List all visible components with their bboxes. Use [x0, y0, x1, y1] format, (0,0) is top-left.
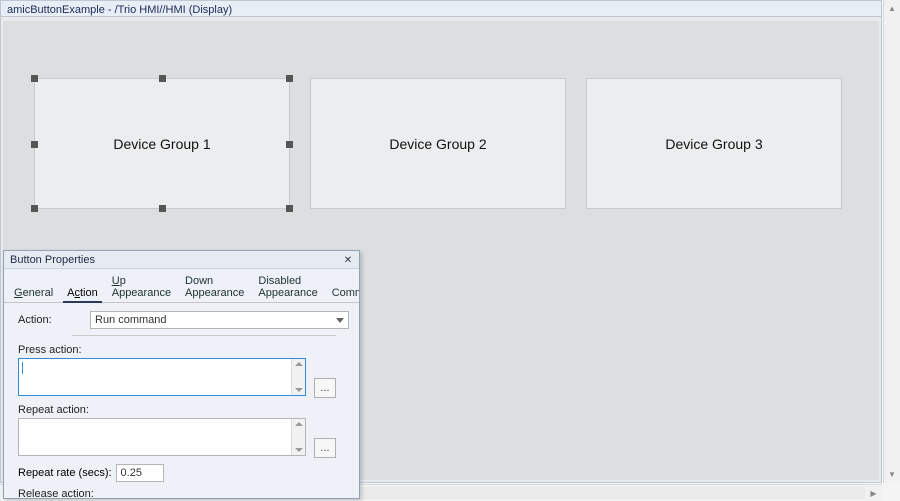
- dialog-close-button[interactable]: ✕: [341, 253, 355, 267]
- device-group-label: Device Group 1: [113, 136, 210, 152]
- action-label: Action:: [18, 314, 90, 326]
- scroll-track[interactable]: [357, 487, 865, 499]
- button-properties-dialog: Button Properties ✕ General Action Up Ap…: [3, 250, 360, 499]
- text-caret: [22, 362, 23, 374]
- resize-handle-nw[interactable]: [31, 75, 38, 82]
- resize-handle-se[interactable]: [286, 205, 293, 212]
- divider: [72, 335, 336, 336]
- resize-handle-n[interactable]: [159, 75, 166, 82]
- repeat-action-browse-button[interactable]: ...: [314, 438, 336, 458]
- scroll-up-icon[interactable]: ▲: [884, 0, 900, 17]
- close-icon: ✕: [344, 255, 352, 266]
- tab-common[interactable]: Common: [328, 285, 360, 302]
- repeat-action-label: Repeat action:: [18, 404, 349, 416]
- resize-handle-sw[interactable]: [31, 205, 38, 212]
- repeat-rate-value: 0.25: [121, 467, 142, 479]
- repeat-action-input[interactable]: [18, 418, 306, 456]
- repeat-rate-input[interactable]: 0.25: [116, 464, 164, 482]
- device-group-label: Device Group 3: [665, 136, 762, 152]
- device-group-label: Device Group 2: [389, 136, 486, 152]
- tab-general[interactable]: General: [10, 285, 57, 302]
- repeat-rate-label: Repeat rate (secs):: [18, 467, 112, 479]
- resize-handle-ne[interactable]: [286, 75, 293, 82]
- release-action-label: Release action:: [18, 488, 349, 499]
- textarea-scrollbar[interactable]: [291, 419, 305, 455]
- device-group-button-2[interactable]: Device Group 2: [310, 78, 566, 209]
- textarea-scrollbar[interactable]: [291, 359, 305, 395]
- tab-disabled-appearance[interactable]: Disabled Appearance: [254, 273, 321, 302]
- scroll-right-icon[interactable]: ▶: [865, 485, 882, 501]
- dialog-tabs: General Action Up Appearance Down Appear…: [4, 269, 359, 303]
- resize-handle-w[interactable]: [31, 141, 38, 148]
- vertical-scrollbar[interactable]: ▲ ▼: [883, 0, 900, 483]
- window-title: amicButtonExample - /Trio HMI//HMI (Disp…: [7, 4, 232, 16]
- tab-down-appearance[interactable]: Down Appearance: [181, 273, 248, 302]
- dialog-body: Action: Run command Press action: ... Re…: [4, 303, 359, 499]
- press-action-label: Press action:: [18, 344, 349, 356]
- press-action-input[interactable]: [18, 358, 306, 396]
- tab-up-appearance[interactable]: Up Appearance: [108, 273, 175, 302]
- resize-handle-s[interactable]: [159, 205, 166, 212]
- dialog-title: Button Properties: [10, 254, 95, 266]
- action-dropdown[interactable]: Run command: [90, 311, 349, 329]
- tab-action[interactable]: Action: [63, 285, 102, 302]
- press-action-browse-button[interactable]: ...: [314, 378, 336, 398]
- dialog-titlebar[interactable]: Button Properties ✕: [4, 251, 359, 269]
- action-dropdown-value: Run command: [95, 314, 167, 326]
- scroll-down-icon[interactable]: ▼: [884, 466, 900, 483]
- ellipsis-icon: ...: [320, 382, 329, 394]
- resize-handle-e[interactable]: [286, 141, 293, 148]
- device-group-button-3[interactable]: Device Group 3: [586, 78, 842, 209]
- ellipsis-icon: ...: [320, 442, 329, 454]
- device-group-button-1[interactable]: Device Group 1: [34, 78, 290, 209]
- window-title-bar: amicButtonExample - /Trio HMI//HMI (Disp…: [1, 1, 881, 17]
